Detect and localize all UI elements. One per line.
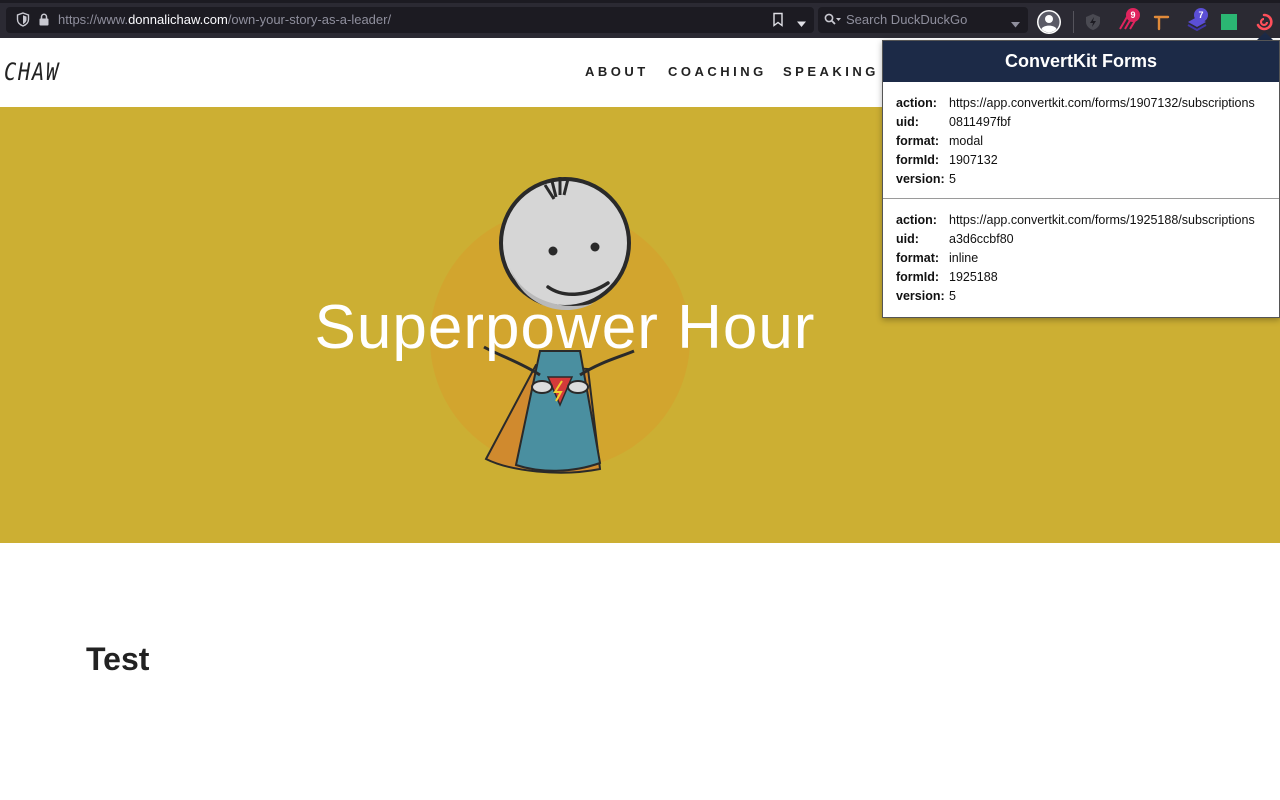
nav-coaching[interactable]: COACHING	[668, 64, 767, 79]
form-row-action: action: https://app.convertkit.com/forms/…	[896, 211, 1279, 230]
search-icon	[824, 13, 842, 31]
browser-toolbar: https://www.donnalichaw.com/own-your-sto…	[0, 0, 1280, 38]
form-row-formid: formId: 1907132	[896, 151, 1279, 170]
form-row-uid: uid: 0811497fbf	[896, 113, 1279, 132]
field-label: version:	[896, 289, 945, 303]
form-format-value: modal	[949, 134, 984, 148]
form-formid-value: 1925188	[949, 270, 998, 284]
url-path: /own-your-story-as-a-leader/	[227, 12, 392, 27]
field-label: format:	[896, 251, 940, 265]
form-row-version: version: 5	[896, 287, 1279, 306]
lock-icon[interactable]	[38, 13, 50, 31]
field-label: action:	[896, 213, 937, 227]
nav-speaking[interactable]: SPEAKING	[783, 64, 879, 79]
form-row-format: format: modal	[896, 132, 1279, 151]
popup-title: ConvertKit Forms	[883, 41, 1279, 82]
toolbar-divider	[1073, 11, 1074, 33]
address-bar[interactable]: https://www.donnalichaw.com/own-your-sto…	[6, 7, 814, 33]
field-label: uid:	[896, 232, 919, 246]
field-label: formId:	[896, 270, 940, 284]
search-dropdown-icon[interactable]	[1010, 16, 1021, 34]
form-row-action: action: https://app.convertkit.com/forms/…	[896, 94, 1279, 113]
ink-extension-badge: 9	[1126, 8, 1140, 22]
url-dropdown-icon[interactable]	[796, 15, 807, 33]
form-row-format: format: inline	[896, 249, 1279, 268]
search-placeholder: Search DuckDuckGo	[846, 12, 968, 27]
green-square-extension-icon[interactable]	[1221, 14, 1237, 35]
form-formid-value: 1907132	[949, 153, 998, 167]
field-label: uid:	[896, 115, 919, 129]
form-row-version: version: 5	[896, 170, 1279, 189]
search-bar[interactable]: Search DuckDuckGo	[818, 7, 1028, 33]
form-version-value: 5	[949, 172, 956, 186]
shield-extension-icon[interactable]	[1084, 13, 1102, 36]
pickaxe-extension-icon[interactable]	[1153, 13, 1171, 36]
field-label: format:	[896, 134, 940, 148]
account-icon[interactable]	[1036, 9, 1062, 40]
field-label: version:	[896, 172, 945, 186]
form-format-value: inline	[949, 251, 979, 265]
site-logo[interactable]: CHAW	[4, 58, 60, 86]
url-host: donnalichaw.com	[128, 12, 228, 27]
url-text[interactable]: https://www.donnalichaw.com/own-your-sto…	[58, 12, 391, 27]
url-prefix: https://www.	[58, 12, 129, 27]
form-row-uid: uid: a3d6ccbf80	[896, 230, 1279, 249]
form-uid-value: 0811497fbf	[949, 115, 1011, 129]
convertkit-popup: ConvertKit Forms action: https://app.conv…	[882, 40, 1280, 318]
section-title: Test	[86, 641, 150, 677]
popup-arrow	[1257, 32, 1273, 40]
field-label: action:	[896, 96, 937, 110]
form-entry: action: https://app.convertkit.com/forms/…	[883, 199, 1279, 317]
nav-about[interactable]: ABOUT	[585, 64, 649, 79]
form-action-value: https://app.convertkit.com/forms/1907132…	[949, 96, 1255, 110]
form-row-formid: formId: 1925188	[896, 268, 1279, 287]
stack-extension-badge: 7	[1194, 8, 1208, 22]
bookmark-icon[interactable]	[772, 12, 784, 32]
form-uid-value: a3d6ccbf80	[949, 232, 1014, 246]
form-action-value: https://app.convertkit.com/forms/1925188…	[949, 213, 1255, 227]
form-entry: action: https://app.convertkit.com/forms/…	[883, 82, 1279, 199]
field-label: formId:	[896, 153, 940, 167]
tracking-shield-icon[interactable]	[16, 12, 30, 32]
form-version-value: 5	[949, 289, 956, 303]
